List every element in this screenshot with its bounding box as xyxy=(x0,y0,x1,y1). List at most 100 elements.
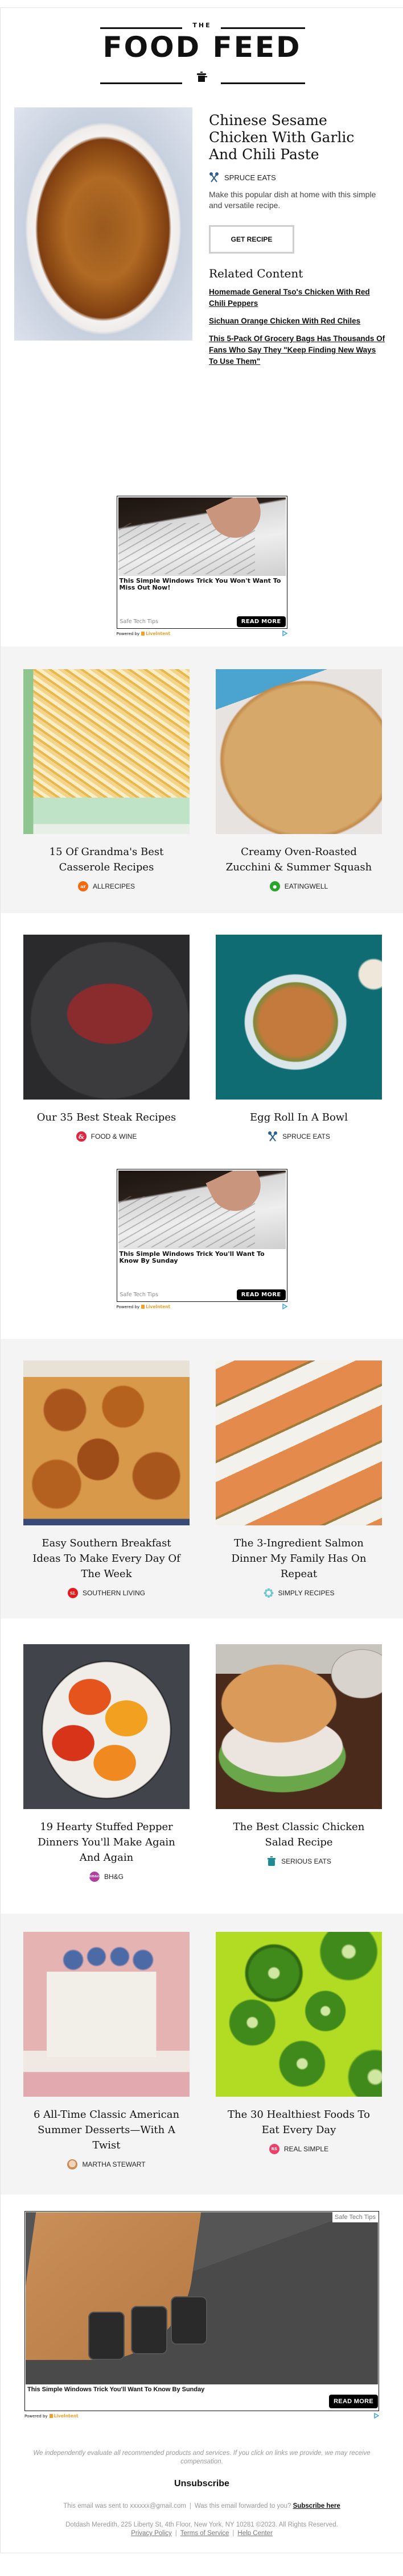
adchoices-icon[interactable] xyxy=(282,630,287,636)
liveintent-brand[interactable]: LiveIntent xyxy=(146,631,170,636)
recipe-card[interactable]: 15 Of Grandma's Best Casserole Recipes a… xyxy=(23,669,190,891)
ad-image[interactable] xyxy=(118,1171,286,1249)
recipe-card-source: SL SOUTHERN LIVING xyxy=(23,1588,190,1598)
powered-by-label: Powered by xyxy=(116,631,140,636)
recipe-card-title[interactable]: Creamy Oven-Roasted Zucchini & Summer Sq… xyxy=(224,844,374,875)
liveintent-logo-icon xyxy=(141,1304,145,1309)
read-more-button[interactable]: READ MORE xyxy=(236,616,286,627)
real-simple-logo-icon: RS xyxy=(269,2144,279,2154)
help-center-link[interactable]: Help Center xyxy=(237,2530,272,2537)
powered-by-label: Powered by xyxy=(116,1304,140,1309)
powered-by: Powered by LiveIntent xyxy=(117,1304,287,1309)
liveintent-logo-icon xyxy=(49,2413,53,2418)
powered-by: Powered by LiveIntent xyxy=(117,630,287,636)
read-more-button[interactable]: READ MORE xyxy=(329,2395,378,2408)
cooking-pot-icon xyxy=(197,72,207,82)
bhg-logo-icon: BH&G xyxy=(89,1872,100,1882)
ad-headline[interactable]: This Simple Windows Trick You'll Want To… xyxy=(26,2384,378,2393)
recipe-card-title[interactable]: 19 Hearty Stuffed Pepper Dinners You'll … xyxy=(31,1819,182,1865)
featured-recipe-image[interactable] xyxy=(14,107,192,341)
featured-recipe-source: SPRUCE EATS xyxy=(209,172,386,182)
recipe-card-title[interactable]: Egg Roll In A Bowl xyxy=(224,1110,374,1125)
southern-living-logo-icon: SL xyxy=(67,1588,78,1598)
terms-of-service-link[interactable]: Terms of Service xyxy=(180,2530,229,2537)
separator: | xyxy=(175,2530,177,2537)
source-name: EATINGWELL xyxy=(284,882,328,890)
recipe-card[interactable]: Creamy Oven-Roasted Zucchini & Summer Sq… xyxy=(216,669,382,891)
food-and-wine-ampersand-icon: & xyxy=(76,1131,87,1142)
serious-eats-pot-icon xyxy=(266,1856,277,1866)
recipe-card[interactable]: 6 All-Time Classic American Summer Desse… xyxy=(23,1932,190,2170)
recipe-card[interactable]: Egg Roll In A Bowl SPRUCE EATS xyxy=(216,935,382,1142)
related-link[interactable]: Homemade General Tso's Chicken With Red … xyxy=(209,287,386,309)
recipe-card-image[interactable] xyxy=(23,1932,190,2097)
masthead-title[interactable]: FOOD FEED xyxy=(1,33,403,61)
recipe-card-image[interactable] xyxy=(216,935,382,1100)
recipe-card[interactable]: The Best Classic Chicken Salad Recipe SE… xyxy=(216,1644,382,1882)
powered-by: Powered by LiveIntent xyxy=(24,2413,379,2419)
recipe-card-title[interactable]: 6 All-Time Classic American Summer Desse… xyxy=(31,2107,182,2153)
privacy-policy-link[interactable]: Privacy Policy xyxy=(131,2530,172,2537)
recipe-card-title[interactable]: Our 35 Best Steak Recipes xyxy=(31,1110,182,1125)
adchoices-icon[interactable] xyxy=(373,2413,379,2419)
recipe-card-image[interactable] xyxy=(23,1360,190,1525)
recipe-card-title[interactable]: Easy Southern Breakfast Ideas To Make Ev… xyxy=(31,1536,182,1582)
recipe-card-image[interactable] xyxy=(216,1360,382,1525)
recipe-card-source: SPRUCE EATS xyxy=(216,1131,382,1142)
recipe-card-image[interactable] xyxy=(23,935,190,1100)
subscribe-here-link[interactable]: Subscribe here xyxy=(293,2503,340,2509)
recipe-card-image[interactable] xyxy=(23,1644,190,1809)
ad-unit[interactable]: Safe Tech Tips This Simple Windows Trick… xyxy=(24,2211,379,2419)
ad-image[interactable] xyxy=(118,497,286,576)
recipe-row: 6 All-Time Classic American Summer Desse… xyxy=(1,1914,403,2195)
ad-headline[interactable]: This Simple Windows Trick You Won't Want… xyxy=(120,578,285,616)
recipe-card-source: BH&G BH&G xyxy=(23,1872,190,1882)
recipe-card-title[interactable]: The 30 Healthiest Foods To Eat Every Day xyxy=(224,2107,374,2138)
recipe-card[interactable]: The 3-Ingredient Salmon Dinner My Family… xyxy=(216,1360,382,1598)
source-name: SIMPLY RECIPES xyxy=(278,1589,335,1597)
recipe-card-title[interactable]: The Best Classic Chicken Salad Recipe xyxy=(224,1819,374,1850)
unsubscribe-link[interactable]: Unsubscribe xyxy=(1,2479,403,2489)
liveintent-brand[interactable]: LiveIntent xyxy=(146,1304,170,1309)
source-name: MARTHA STEWART xyxy=(82,2160,146,2168)
recipe-card-image[interactable] xyxy=(216,669,382,834)
adchoices-icon[interactable] xyxy=(282,1304,287,1309)
ad-image[interactable]: Safe Tech Tips xyxy=(26,2212,378,2384)
liveintent-logo-icon xyxy=(141,631,145,636)
ad-box[interactable]: This Simple Windows Trick You'll Want To… xyxy=(116,1169,287,1302)
recipe-card[interactable]: Easy Southern Breakfast Ideas To Make Ev… xyxy=(23,1360,190,1598)
recipe-card-title[interactable]: 15 Of Grandma's Best Casserole Recipes xyxy=(31,844,182,875)
recipe-card[interactable]: The 30 Healthiest Foods To Eat Every Day… xyxy=(216,1932,382,2170)
bottom-spacer xyxy=(0,2553,403,2569)
featured-recipe-description: Make this popular dish at home with this… xyxy=(209,190,376,210)
recipe-card-source: MARTHA STEWART xyxy=(23,2159,190,2170)
separator: | xyxy=(232,2530,235,2537)
recipe-card-image[interactable] xyxy=(23,669,190,834)
ad-sponsor: Safe Tech Tips xyxy=(332,2212,378,2222)
recipe-card-image[interactable] xyxy=(216,1932,382,2097)
recipe-card-title[interactable]: The 3-Ingredient Salmon Dinner My Family… xyxy=(224,1536,374,1582)
liveintent-brand[interactable]: LiveIntent xyxy=(54,2413,79,2419)
ad-unit[interactable]: This Simple Windows Trick You'll Want To… xyxy=(116,1169,287,1309)
ad-box[interactable]: Safe Tech Tips This Simple Windows Trick… xyxy=(24,2211,379,2411)
read-more-button[interactable]: READ MORE xyxy=(236,1289,286,1300)
eatingwell-apple-icon: ● xyxy=(269,881,280,891)
source-name: SPRUCE EATS xyxy=(224,173,276,182)
get-recipe-button[interactable]: GET RECIPE xyxy=(209,225,294,254)
simply-recipes-flower-icon xyxy=(264,1588,274,1598)
related-link[interactable]: This 5-Pack Of Grocery Bags Has Thousand… xyxy=(209,333,386,367)
company-address: Dotdash Meredith, 225 Liberty St, 4th Fl… xyxy=(1,2521,403,2538)
ad-headline[interactable]: This Simple Windows Trick You'll Want To… xyxy=(120,1251,285,1289)
source-name: ALLRECIPES xyxy=(92,882,135,890)
masthead: THE FOOD FEED xyxy=(1,8,403,103)
recipe-card[interactable]: Our 35 Best Steak Recipes & FOOD & WINE xyxy=(23,935,190,1142)
recipe-row: Easy Southern Breakfast Ideas To Make Ev… xyxy=(1,1339,403,1619)
recipe-card-source: & FOOD & WINE xyxy=(23,1131,190,1142)
featured-recipe-title[interactable]: Chinese Sesame Chicken With Garlic And C… xyxy=(209,112,386,163)
recipe-card[interactable]: 19 Hearty Stuffed Pepper Dinners You'll … xyxy=(23,1644,190,1882)
ad-box[interactable]: This Simple Windows Trick You Won't Want… xyxy=(116,496,287,629)
ad-unit[interactable]: This Simple Windows Trick You Won't Want… xyxy=(116,496,287,636)
recipe-card-image[interactable] xyxy=(216,1644,382,1809)
related-content-heading: Related Content xyxy=(209,267,303,280)
related-link[interactable]: Sichuan Orange Chicken With Red Chiles xyxy=(209,316,386,327)
